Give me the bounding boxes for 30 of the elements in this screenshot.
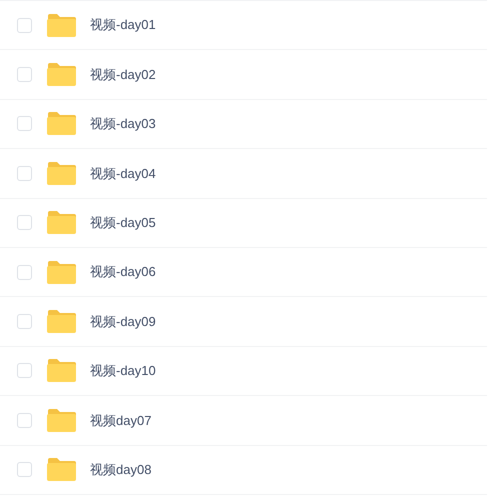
checkbox[interactable] bbox=[17, 462, 32, 478]
checkbox[interactable] bbox=[17, 412, 32, 428]
folder-icon bbox=[47, 14, 76, 37]
folder-icon bbox=[47, 458, 76, 482]
folder-icon bbox=[47, 112, 76, 136]
folder-icon bbox=[47, 260, 76, 284]
folder-name[interactable]: 视频-day01 bbox=[90, 15, 156, 35]
checkbox[interactable] bbox=[17, 67, 32, 82]
checkbox[interactable] bbox=[17, 18, 32, 33]
checkbox[interactable] bbox=[17, 166, 32, 181]
folder-name[interactable]: 视频-day04 bbox=[90, 164, 156, 184]
folder-name[interactable]: 视频-day09 bbox=[90, 312, 156, 332]
folder-icon bbox=[47, 63, 76, 86]
checkbox[interactable] bbox=[17, 116, 32, 132]
folder-icon bbox=[47, 408, 76, 432]
folder-icon bbox=[47, 310, 76, 334]
checkbox[interactable] bbox=[17, 314, 32, 330]
folder-icon bbox=[47, 359, 76, 382]
checkbox[interactable] bbox=[17, 264, 32, 280]
checkbox[interactable] bbox=[17, 363, 32, 378]
folder-name[interactable]: 视频day08 bbox=[90, 460, 152, 480]
folder-name[interactable]: 视频day07 bbox=[90, 410, 152, 430]
folder-name[interactable]: 视频-day03 bbox=[90, 114, 156, 134]
folder-name[interactable]: 视频-day05 bbox=[90, 213, 156, 232]
checkbox[interactable] bbox=[17, 215, 32, 230]
folder-name[interactable]: 视频-day06 bbox=[90, 262, 156, 282]
folder-icon bbox=[47, 211, 76, 234]
folder-name[interactable]: 视频-day02 bbox=[90, 64, 156, 84]
folder-name[interactable]: 视频-day10 bbox=[90, 361, 156, 381]
folder-icon bbox=[47, 162, 76, 185]
